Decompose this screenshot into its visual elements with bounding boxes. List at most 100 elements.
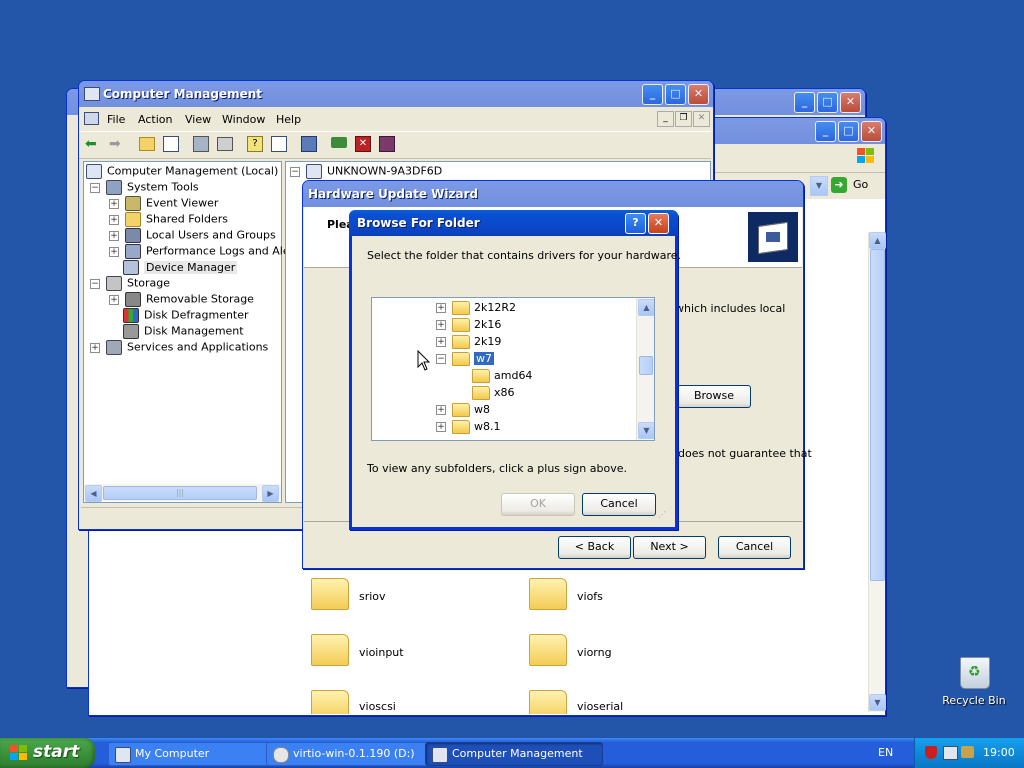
folder-item[interactable]: vioserial xyxy=(529,690,689,714)
mdi-restore-button[interactable]: ❐ xyxy=(675,111,692,127)
language-indicator[interactable]: EN xyxy=(878,746,893,759)
browse-cancel-button[interactable]: Cancel xyxy=(582,493,656,516)
computer-management-titlebar[interactable]: Computer Management _ □ ✕ xyxy=(79,81,713,107)
tree-item[interactable]: Computer Management (Local) xyxy=(86,164,278,179)
menu-view[interactable]: View xyxy=(185,113,211,126)
close-button[interactable]: ✕ xyxy=(688,84,709,105)
scroll-left-button[interactable]: ◀ xyxy=(85,485,102,502)
folder-tree-item[interactable]: +2k19 xyxy=(436,335,501,349)
browse-dialog-titlebar[interactable]: Browse For Folder ? ✕ xyxy=(349,210,678,236)
expand-icon[interactable]: + xyxy=(436,422,446,432)
collapse-icon[interactable]: − xyxy=(436,354,446,364)
help-icon[interactable]: ? xyxy=(247,136,263,152)
go-button[interactable]: ➜ Go xyxy=(831,176,871,194)
next-button[interactable]: Next > xyxy=(633,536,706,559)
tree-horizontal-scrollbar[interactable]: ◀ ||| ▶ xyxy=(84,484,281,502)
folder-item[interactable]: sriov xyxy=(311,578,471,618)
scroll-right-button[interactable]: ▶ xyxy=(262,485,279,502)
maximize-button[interactable]: □ xyxy=(665,84,686,105)
recycle-bin-desktop-icon[interactable]: ♻ Recycle Bin xyxy=(936,655,1012,711)
network-icon[interactable] xyxy=(943,746,958,760)
uninstall-icon[interactable]: ✕ xyxy=(355,136,371,152)
wizard-cancel-button[interactable]: Cancel xyxy=(718,536,791,559)
expand-icon[interactable]: + xyxy=(90,342,100,353)
forward-arrow-icon[interactable]: ➡ xyxy=(109,136,121,152)
folder-tree-item[interactable]: amd64 xyxy=(472,369,532,383)
tree-item[interactable]: + Services and Applications xyxy=(90,340,268,355)
taskbar-item-cd-drive[interactable]: virtio-win-0.1.190 (D:) xyxy=(266,742,444,766)
explorer-scrollbar[interactable]: ▲ ▼ xyxy=(868,232,886,712)
tools-icon[interactable] xyxy=(961,746,974,758)
resize-grip-icon[interactable]: ⋰ xyxy=(658,510,666,519)
minimize-button[interactable]: _ xyxy=(815,121,836,142)
taskbar-item-computer-management[interactable]: Computer Management xyxy=(425,742,603,766)
expand-icon[interactable]: + xyxy=(436,337,446,347)
folder-tree-item[interactable]: +2k16 xyxy=(436,318,501,332)
wizard-titlebar[interactable]: Hardware Update Wizard xyxy=(303,181,803,207)
menu-help[interactable]: Help xyxy=(276,113,301,126)
scroll-down-button[interactable]: ▼ xyxy=(869,694,886,711)
tree-item[interactable]: Disk Management xyxy=(123,324,244,339)
expand-icon[interactable]: + xyxy=(109,214,119,225)
collapse-icon[interactable]: − xyxy=(290,166,300,177)
tree-item[interactable]: − System Tools xyxy=(90,180,199,195)
expand-icon[interactable]: + xyxy=(436,303,446,313)
start-button[interactable]: start xyxy=(0,738,95,768)
tree-item[interactable]: − Storage xyxy=(90,276,170,291)
browse-for-folder-dialog[interactable]: Browse For Folder ? ✕ Select the folder … xyxy=(349,210,681,530)
scroll-thumb[interactable]: ||| xyxy=(103,486,257,500)
properties-icon[interactable] xyxy=(193,136,209,152)
expand-icon[interactable]: + xyxy=(109,246,119,257)
close-button[interactable]: ✕ xyxy=(840,92,861,113)
tree-item-selected[interactable]: Device Manager xyxy=(123,260,238,275)
collapse-icon[interactable]: − xyxy=(90,278,100,289)
folder-tree-scrollbar[interactable]: ▲ ▼ xyxy=(636,298,654,440)
collapse-icon[interactable]: − xyxy=(90,182,100,193)
tree-item[interactable]: Disk Defragmenter xyxy=(123,308,249,323)
minimize-button[interactable]: _ xyxy=(794,92,815,113)
expand-icon[interactable]: + xyxy=(436,405,446,415)
folder-item[interactable]: viofs xyxy=(529,578,689,618)
menu-window[interactable]: Window xyxy=(222,113,265,126)
update-driver-icon[interactable] xyxy=(331,137,347,148)
browse-button[interactable]: Browse xyxy=(677,385,751,408)
tree-item[interactable]: + Local Users and Groups xyxy=(109,228,276,243)
folder-item[interactable]: vioscsi xyxy=(311,690,471,714)
action-pane-icon[interactable] xyxy=(271,136,287,152)
tree-item[interactable]: + Performance Logs and Alerts xyxy=(109,244,304,259)
folder-tree-item[interactable]: x86 xyxy=(472,386,515,400)
scroll-thumb[interactable] xyxy=(870,249,885,581)
up-folder-icon[interactable] xyxy=(139,137,155,151)
folder-item[interactable]: viorng xyxy=(529,634,689,674)
tree-item[interactable]: + Removable Storage xyxy=(109,292,254,307)
taskbar-item-my-computer[interactable]: My Computer xyxy=(108,742,286,766)
expand-icon[interactable]: + xyxy=(109,294,119,305)
scroll-down-button[interactable]: ▼ xyxy=(638,422,654,439)
address-dropdown-button[interactable]: ▼ xyxy=(810,176,828,196)
mdi-close-button[interactable]: ✕ xyxy=(693,111,710,127)
back-arrow-icon[interactable]: ⬅ xyxy=(85,136,97,152)
folder-tree-item[interactable]: + w8.1 xyxy=(436,420,501,434)
close-button[interactable]: ✕ xyxy=(648,213,669,234)
scroll-thumb[interactable] xyxy=(639,356,653,375)
close-button[interactable]: ✕ xyxy=(861,121,882,142)
tree-item[interactable]: + Event Viewer xyxy=(109,196,218,211)
folder-tree-item[interactable]: +2k12R2 xyxy=(436,301,516,315)
folder-tree-item[interactable]: + w8 xyxy=(436,403,490,417)
mdi-minimize-button[interactable]: _ xyxy=(657,111,674,127)
disable-device-icon[interactable] xyxy=(379,136,395,152)
maximize-button[interactable]: □ xyxy=(817,92,838,113)
expand-icon[interactable]: + xyxy=(436,320,446,330)
print-icon[interactable] xyxy=(217,137,233,151)
expand-icon[interactable]: + xyxy=(109,198,119,209)
scroll-up-button[interactable]: ▲ xyxy=(869,232,886,249)
expand-icon[interactable]: + xyxy=(109,230,119,241)
maximize-button[interactable]: □ xyxy=(838,121,859,142)
device-tree-root[interactable]: − UNKNOWN-9A3DF6D xyxy=(290,164,442,179)
folder-tree[interactable]: +2k12R2 +2k16 +2k19 − w7 amd64 x86 + w8 + w… xyxy=(371,297,655,441)
folder-item[interactable]: vioinput xyxy=(311,634,471,674)
scan-hardware-icon[interactable] xyxy=(301,136,317,152)
menu-action[interactable]: Action xyxy=(138,113,172,126)
security-shield-icon[interactable] xyxy=(925,746,937,759)
folder-tree-item-selected[interactable]: − w7 xyxy=(436,352,494,366)
